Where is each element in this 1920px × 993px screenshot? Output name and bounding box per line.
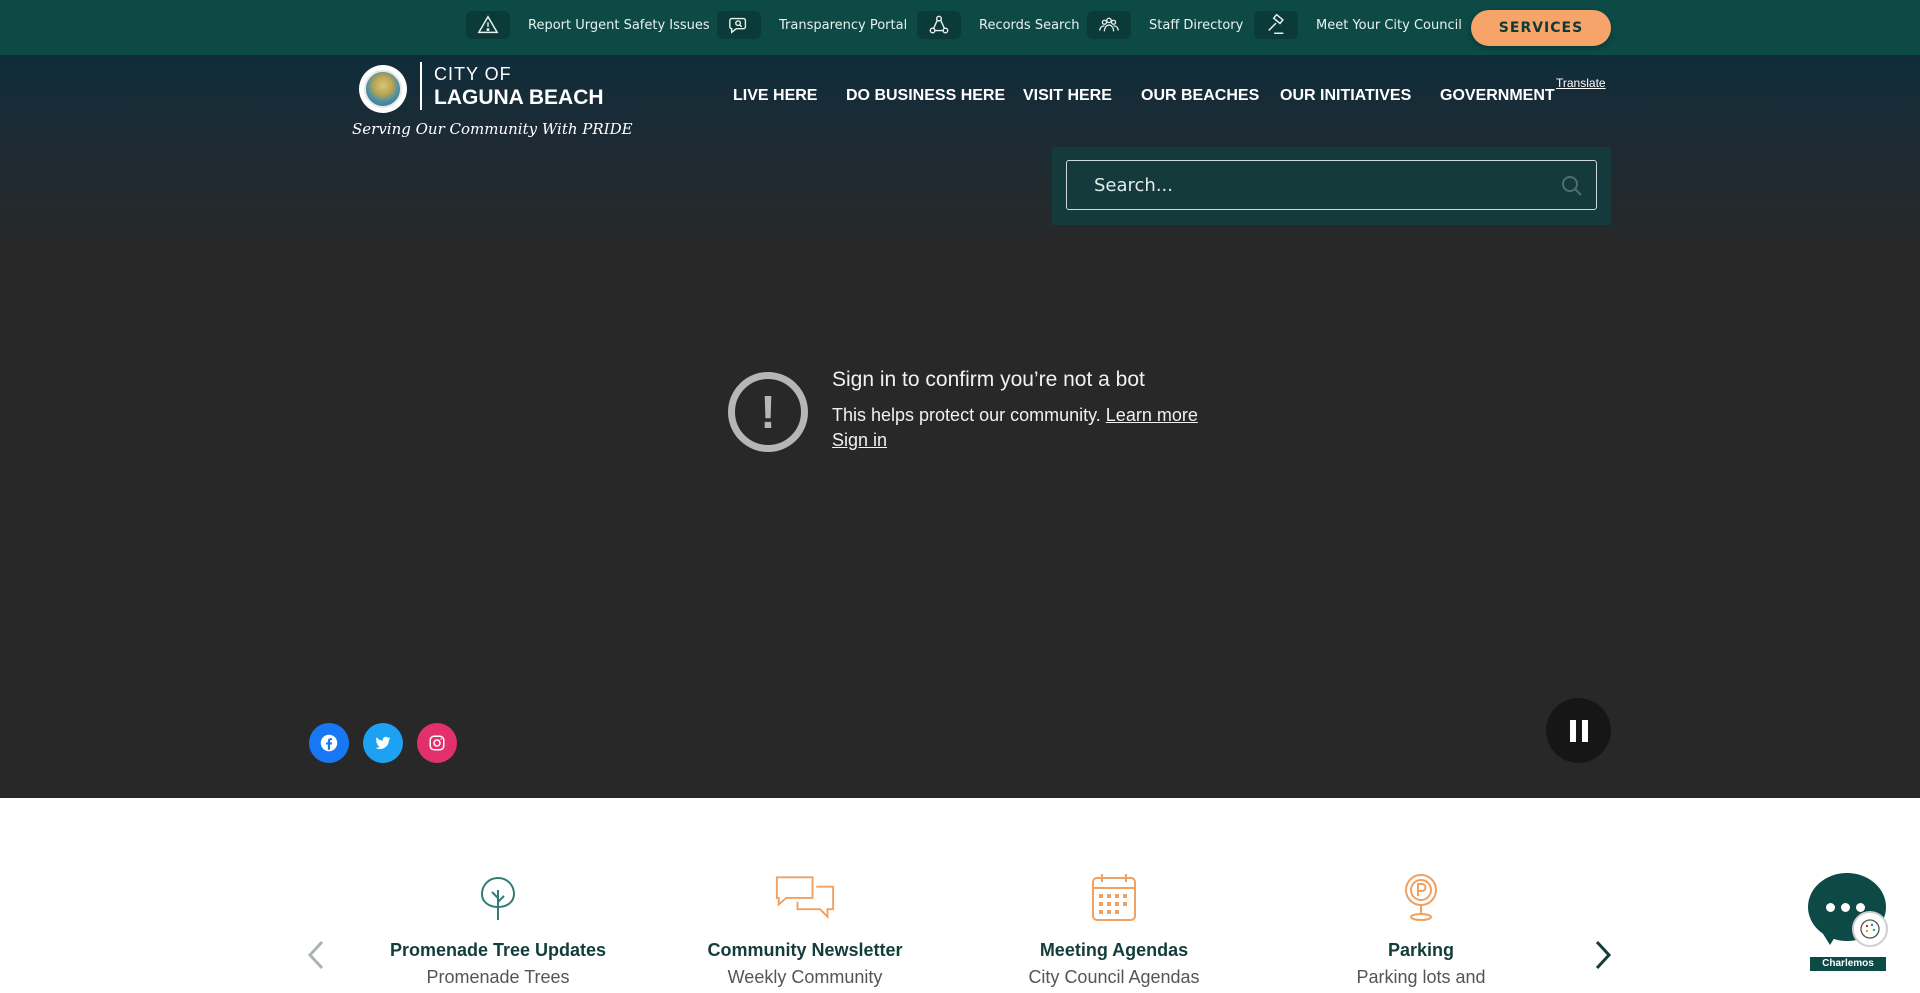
gavel-icon — [1254, 11, 1298, 39]
chevron-left-icon[interactable] — [304, 938, 330, 972]
chat-search-icon — [717, 11, 761, 39]
quick-link-subtitle: City Council Agendas — [1028, 967, 1200, 987]
facebook-button[interactable] — [309, 723, 349, 763]
parking-pin-icon — [1405, 874, 1437, 921]
quick-link-title: Parking — [1387, 940, 1455, 960]
pause-video-button[interactable] — [1546, 698, 1611, 763]
util-label: Transparency Portal — [779, 17, 908, 33]
warning-icon — [466, 11, 510, 39]
nav-do-business-here[interactable]: DO BUSINESS HERE — [846, 87, 1005, 105]
facebook-icon — [320, 734, 338, 752]
logo-city-of: CITY OF — [434, 64, 512, 84]
hero-video — [0, 55, 1920, 798]
quick-link-subtitle: Promenade Trees — [426, 967, 570, 987]
notice-text: This helps protect our community. Learn … — [832, 405, 1198, 426]
quick-link-subtitle: Parking lots and — [1356, 967, 1486, 987]
quick-link-parking[interactable]: Parking Parking lots and — [1291, 872, 1551, 988]
header-gradient — [0, 55, 1920, 255]
nav-visit-here[interactable]: VISIT HERE — [1023, 87, 1112, 105]
records-search-link[interactable]: Records Search — [917, 11, 1079, 39]
search-panel — [1052, 147, 1611, 225]
tree-icon — [480, 876, 516, 920]
learn-more-link[interactable]: Learn more — [1106, 405, 1198, 425]
util-label: Staff Directory — [1149, 17, 1244, 33]
chat-bubbles-icon — [775, 876, 835, 919]
quick-link-subtitle: Weekly Community — [727, 967, 883, 987]
logo-tagline: Serving Our Community With PRIDE — [352, 120, 633, 138]
sign-in-link[interactable]: Sign in — [832, 430, 887, 451]
search-icon[interactable] — [1560, 174, 1584, 198]
quick-links-carousel: Promenade Tree Updates Promenade Trees C… — [0, 798, 1920, 993]
util-label: Report Urgent Safety Issues — [528, 17, 710, 33]
translate-link[interactable]: Translate — [1556, 76, 1606, 90]
staff-directory-link[interactable]: Staff Directory — [1087, 11, 1243, 39]
utility-bar: Report Urgent Safety Issues Transparency… — [0, 0, 1920, 55]
twitter-icon — [375, 736, 391, 750]
chat-widget[interactable]: Charlemos — [1806, 873, 1890, 973]
logo-divider — [420, 62, 422, 110]
instagram-icon — [429, 735, 445, 751]
quick-link-title: Promenade Tree Updates — [389, 940, 607, 960]
network-icon — [917, 11, 961, 39]
nav-live-here[interactable]: LIVE HERE — [733, 87, 817, 105]
quick-link-title: Community Newsletter — [707, 940, 903, 960]
nav-our-beaches[interactable]: OUR BEACHES — [1141, 87, 1259, 105]
notice-body: This helps protect our community. — [832, 405, 1101, 425]
city-council-link[interactable]: Meet Your City Council — [1254, 11, 1462, 39]
chat-label: Charlemos — [1810, 957, 1886, 971]
nav-our-initiatives[interactable]: OUR INITIATIVES — [1280, 87, 1411, 105]
nav-government[interactable]: GOVERNMENT — [1440, 87, 1555, 105]
quick-link-tree-updates[interactable]: Promenade Tree Updates Promenade Trees — [368, 872, 628, 988]
notice-title: Sign in to confirm you’re not a bot — [832, 368, 1145, 391]
people-icon — [1087, 11, 1131, 39]
report-safety-link[interactable]: Report Urgent Safety Issues — [466, 11, 710, 39]
search-input[interactable] — [1066, 160, 1597, 210]
quick-link-agendas[interactable]: Meeting Agendas City Council Agendas — [984, 872, 1244, 988]
util-label: Records Search — [979, 17, 1080, 33]
chevron-right-icon[interactable] — [1589, 938, 1615, 972]
chat-avatar-icon — [1852, 911, 1888, 947]
instagram-button[interactable] — [417, 723, 457, 763]
transparency-portal-link[interactable]: Transparency Portal — [717, 11, 907, 39]
pause-icon — [1567, 719, 1591, 742]
logo-city-name: LAGUNA BEACH — [434, 86, 604, 109]
city-logo[interactable]: CITY OF LAGUNA BEACH Serving Our Communi… — [352, 60, 633, 145]
exclamation-icon: ! — [728, 372, 808, 452]
util-label: Meet Your City Council — [1316, 17, 1462, 33]
quick-link-title: Meeting Agendas — [1039, 940, 1189, 960]
twitter-button[interactable] — [363, 723, 403, 763]
quick-link-newsletter[interactable]: Community Newsletter Weekly Community — [675, 872, 935, 988]
calendar-icon — [1092, 874, 1136, 921]
city-seal-icon — [359, 65, 407, 113]
services-button[interactable]: SERVICES — [1471, 10, 1611, 46]
